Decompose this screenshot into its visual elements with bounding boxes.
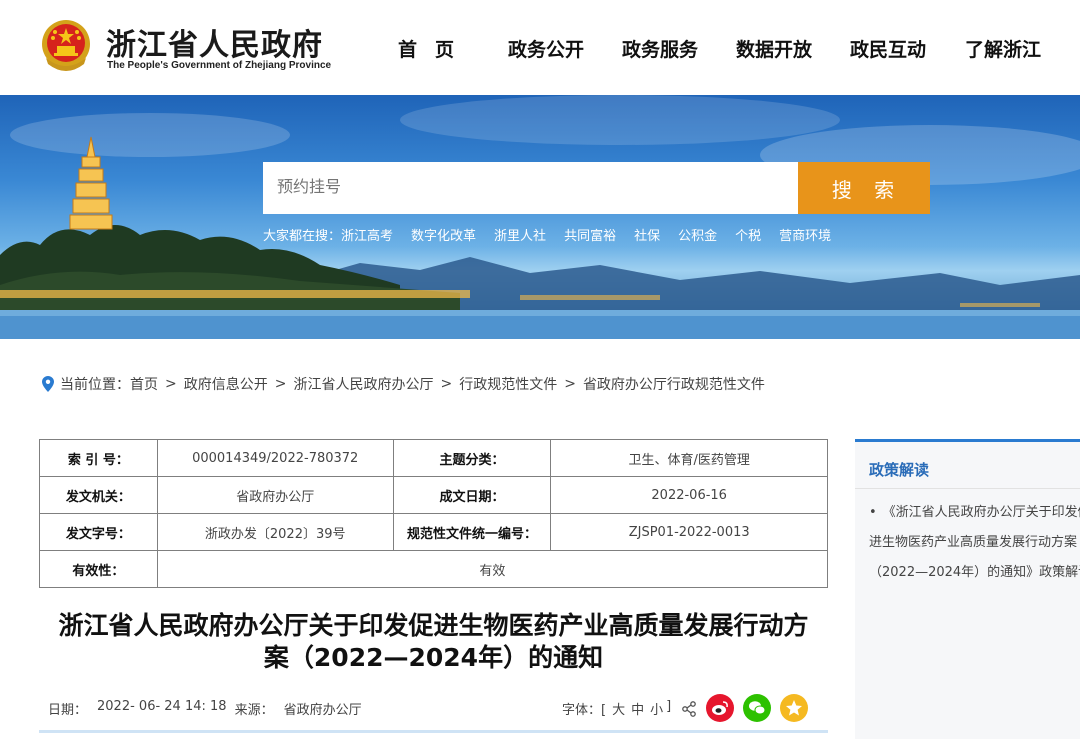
font-small-button[interactable]: 小	[650, 699, 663, 718]
validity-value: 有效	[156, 550, 829, 588]
hero-banner: 搜 索 大家都在搜： 浙江高考 数字化改革 浙里人社 共同富裕 社保 公积金 个…	[0, 95, 1080, 339]
doc-number-key: 发文字号：	[39, 513, 158, 551]
policy-interpretation-text: 《浙江省人民政府办公厅关于印发促进生物医药产业高质量发展行动方案（2022—20…	[869, 505, 1080, 580]
nav-open-data[interactable]: 数据开放	[736, 35, 850, 62]
table-row: 发文机关： 省政府办公厅 成文日期： 2022-06-16	[39, 476, 828, 514]
font-medium-button[interactable]: 中	[631, 699, 644, 718]
document-meta: 日期： 2022- 06- 24 14: 18 来源： 省政府办公厅	[48, 699, 370, 718]
date-label: 日期：	[48, 703, 88, 718]
index-number-key: 索 引 号：	[39, 439, 158, 477]
site-title: 浙江省人民政府	[106, 28, 323, 63]
hot-search-item[interactable]: 共同富裕	[564, 225, 616, 244]
breadcrumb-current[interactable]: 省政府办公厅行政规范性文件	[583, 374, 765, 394]
weibo-icon	[712, 701, 728, 715]
document-info-table: 索 引 号： 000014349/2022-780372 主题分类： 卫生、体育…	[39, 439, 829, 588]
hot-searches-label: 大家都在搜：	[263, 229, 342, 244]
font-bracket: ]	[666, 699, 672, 714]
site-subtitle-en: The People's Government of Zhejiang Prov…	[107, 60, 332, 71]
document-title: 浙江省人民政府办公厅关于印发促进生物医药产业高质量发展行动方 案（2022—20…	[39, 610, 828, 674]
breadcrumb-separator: >	[564, 376, 576, 392]
panel-title: 政策解读	[869, 461, 930, 479]
hot-searches: 大家都在搜： 浙江高考 数字化改革 浙里人社 共同富裕 社保 公积金 个税 营商…	[263, 225, 849, 244]
hot-search-item[interactable]: 公积金	[678, 225, 717, 244]
unified-code-key: 规范性文件统一编号：	[392, 513, 552, 551]
table-row: 有效性： 有效	[39, 550, 829, 588]
nav-about-zhejiang[interactable]: 了解浙江	[965, 35, 1041, 62]
date-value: 2022-06-16	[550, 476, 828, 514]
date-key: 成文日期：	[392, 476, 552, 514]
policy-interpretation-panel: 政策解读 • 《浙江省人民政府办公厅关于印发促进生物医药产业高质量发展行动方案（2…	[855, 439, 1080, 739]
hot-search-item[interactable]: 个税	[735, 225, 761, 244]
breadcrumb-normative-docs[interactable]: 行政规范性文件	[459, 374, 557, 394]
topic-value: 卫生、体育/医药管理	[550, 439, 828, 477]
font-large-button[interactable]: 大	[612, 699, 625, 718]
nav-home[interactable]: 首页	[398, 35, 508, 62]
breadcrumb-separator: >	[274, 376, 287, 392]
breadcrumb-separator: >	[165, 376, 177, 392]
search-input[interactable]	[263, 162, 798, 214]
breadcrumb-label: 当前位置：	[60, 377, 130, 393]
hot-search-item[interactable]: 浙里人社	[494, 225, 546, 244]
font-label: 字体：[	[562, 703, 607, 718]
breadcrumb-office[interactable]: 浙江省人民政府办公厅	[293, 374, 433, 394]
star-icon	[786, 700, 802, 716]
publish-date: 2022- 06- 24 14: 18	[97, 699, 227, 714]
breadcrumb-gov-info[interactable]: 政府信息公开	[184, 374, 268, 394]
source-value: 省政府办公厅	[283, 703, 362, 718]
national-emblem-icon	[42, 20, 90, 71]
bullet: •	[869, 505, 877, 520]
panel-divider	[855, 488, 1080, 489]
nav-interaction[interactable]: 政民互动	[850, 35, 965, 62]
issuer-value: 省政府办公厅	[156, 476, 394, 514]
nav-gov-services[interactable]: 政务服务	[622, 35, 736, 62]
west-lake-scenery	[0, 95, 1080, 339]
topic-key: 主题分类：	[392, 439, 552, 477]
breadcrumb: 当前位置： 首页 > 政府信息公开 > 浙江省人民政府办公厅 > 行政规范性文件…	[42, 374, 765, 394]
qzone-share-button[interactable]	[780, 694, 808, 722]
hot-search-item[interactable]: 营商环境	[779, 225, 831, 244]
nav-gov-affairs-open[interactable]: 政务公开	[508, 35, 622, 62]
policy-interpretation-link[interactable]: • 《浙江省人民政府办公厅关于印发促进生物医药产业高质量发展行动方案（2022—2…	[869, 498, 1080, 588]
table-row: 索 引 号： 000014349/2022-780372 主题分类： 卫生、体育…	[39, 439, 828, 477]
share-icon[interactable]	[681, 701, 697, 717]
breadcrumb-home[interactable]: 首页	[130, 374, 158, 394]
hot-search-item[interactable]: 数字化改革	[411, 225, 476, 244]
source-label: 来源：	[234, 703, 274, 718]
site-header: 浙江省人民政府 The People's Government of Zheji…	[0, 0, 1080, 95]
search-button[interactable]: 搜 索	[798, 162, 930, 214]
weibo-share-button[interactable]	[706, 694, 734, 722]
document-title-line: 案（2022—2024年）的通知	[263, 643, 604, 672]
issuer-key: 发文机关：	[39, 476, 158, 514]
hot-search-item[interactable]: 社保	[634, 225, 660, 244]
validity-key: 有效性：	[39, 550, 158, 588]
wechat-share-button[interactable]	[743, 694, 771, 722]
table-row: 发文字号： 浙政办发〔2022〕39号 规范性文件统一编号： ZJSP01-20…	[39, 513, 828, 551]
location-pin-icon	[42, 376, 54, 392]
hot-search-item[interactable]: 浙江高考	[341, 225, 393, 244]
font-size-control: 字体：[ 大 中 小 ]	[562, 699, 671, 718]
doc-number-value: 浙政办发〔2022〕39号	[156, 513, 394, 551]
document-title-line: 浙江省人民政府办公厅关于印发促进生物医药产业高质量发展行动方	[58, 611, 809, 640]
main-nav: 首页 政务公开 政务服务 数据开放 政民互动 了解浙江	[398, 35, 1041, 62]
index-number-value: 000014349/2022-780372	[156, 439, 394, 477]
unified-code-value: ZJSP01-2022-0013	[550, 513, 828, 551]
meta-divider	[39, 730, 828, 733]
breadcrumb-separator: >	[440, 376, 453, 392]
wechat-icon	[749, 701, 766, 715]
